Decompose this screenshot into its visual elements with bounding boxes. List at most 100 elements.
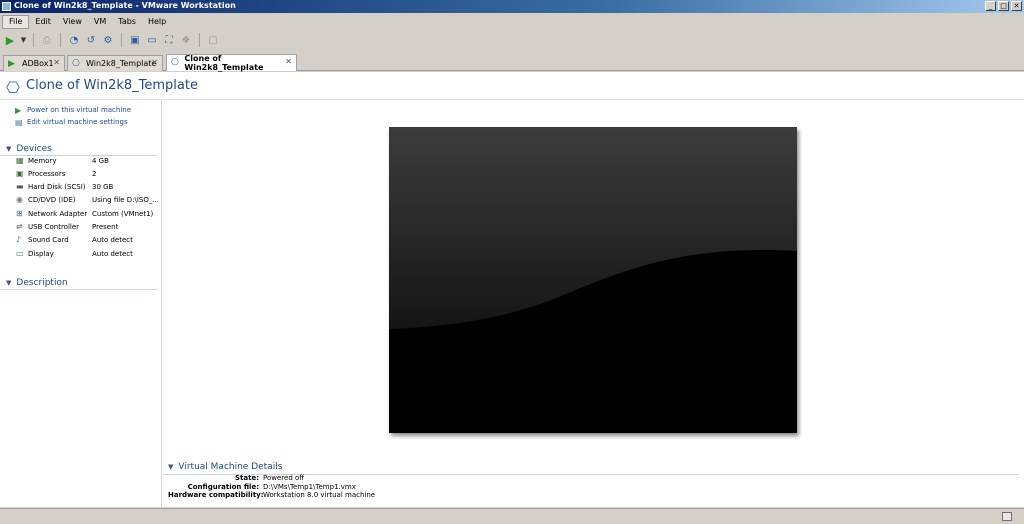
menu-file[interactable]: File — [2, 15, 30, 29]
usb-icon: ⇌ — [16, 221, 23, 231]
thumbnail-icon[interactable]: ▢ — [206, 33, 220, 47]
hard-disk-icon: ▬ — [16, 181, 24, 191]
toolbar-separator — [199, 33, 200, 47]
cd-dvd-icon: ◉ — [16, 194, 23, 204]
revert-snapshot-icon[interactable]: ↺ — [84, 33, 98, 47]
power-on-label: Power on this virtual machine — [27, 106, 132, 114]
tab-close-icon[interactable]: ✕ — [151, 58, 158, 67]
console-view-icon[interactable]: ▣ — [128, 33, 142, 47]
detail-value: Powered off — [263, 474, 305, 482]
edit-settings-label: Edit virtual machine settings — [27, 118, 128, 126]
devices-heading: Devices — [16, 144, 52, 154]
page-title: Clone of Win2k8_Template — [26, 78, 198, 93]
vm-tab-icon: ⎔ — [72, 58, 80, 69]
minimize-button[interactable]: _ — [985, 1, 996, 11]
device-row-display[interactable]: ▭ Display Auto detect — [16, 247, 158, 260]
toolbar: ▶ ▼ ⎙ ◔ ↺ ⚙ ▣ ▭ ⛶ ❖ ▢ — [0, 31, 1024, 49]
tab-label: Win2k8_Template — [86, 59, 157, 68]
device-value: Auto detect — [92, 249, 133, 258]
tab-adbox1[interactable]: ▶ ADBox1 ✕ — [3, 55, 65, 71]
left-panel: ▶ Power on this virtual machine ▤ Edit v… — [0, 101, 162, 507]
device-name: Processors — [28, 169, 66, 178]
tab-close-icon[interactable]: ✕ — [53, 58, 60, 67]
suspend-icon[interactable]: ⎙ — [40, 33, 54, 47]
device-name: Network Adapter — [28, 209, 88, 218]
collapse-triangle-icon: ▼ — [168, 463, 174, 471]
device-name: CD/DVD (IDE) — [28, 195, 76, 204]
collapse-triangle-icon: ▼ — [6, 145, 12, 153]
play-icon: ▶ — [15, 105, 22, 115]
device-row-memory[interactable]: ▦ Memory 4 GB — [16, 154, 158, 167]
snapshot-icon[interactable]: ◔ — [67, 33, 81, 47]
device-value: Auto detect — [92, 235, 133, 244]
tab-label: ADBox1 — [22, 59, 54, 68]
device-value: Present — [92, 222, 119, 231]
description-section-header[interactable]: ▼ Description — [6, 277, 68, 289]
display-icon: ▭ — [16, 248, 24, 258]
menu-view[interactable]: View — [57, 15, 88, 29]
window-controls: _ □ ✕ — [985, 1, 1022, 12]
device-value: Using file D:\ISO_... — [92, 195, 158, 204]
sound-card-icon: ♪ — [16, 234, 22, 244]
close-button[interactable]: ✕ — [1011, 1, 1022, 11]
toolbar-separator — [33, 33, 34, 47]
tab-label: Clone of Win2k8_Template — [184, 54, 264, 72]
toolbar-separator — [121, 33, 122, 47]
device-row-usb-controller[interactable]: ⇌ USB Controller Present — [16, 220, 158, 233]
tab-clone-of-win2k8-template[interactable]: ⎔ Clone of Win2k8_Template ✕ — [166, 54, 297, 72]
edit-settings-link[interactable]: ▤ Edit virtual machine settings — [15, 116, 128, 128]
network-adapter-icon: ⊞ — [16, 208, 23, 218]
full-screen-icon[interactable]: ⛶ — [162, 33, 176, 47]
collapse-triangle-icon: ▼ — [6, 279, 12, 287]
description-heading: Description — [16, 278, 68, 288]
device-name: Sound Card — [28, 235, 69, 244]
vmware-app-icon — [2, 2, 11, 11]
device-name: Display — [28, 249, 54, 258]
window-title: Clone of Win2k8_Template - VMware Workst… — [14, 1, 236, 10]
device-row-cd-dvd[interactable]: ◉ CD/DVD (IDE) Using file D:\ISO_... — [16, 193, 158, 206]
menu-edit[interactable]: Edit — [29, 15, 57, 29]
device-value: 30 GB — [92, 182, 114, 191]
power-on-link[interactable]: ▶ Power on this virtual machine — [15, 104, 131, 116]
vm-icon: ⎔ — [6, 78, 20, 97]
device-value: 4 GB — [92, 156, 109, 165]
device-row-network-adapter[interactable]: ⊞ Network Adapter Custom (VMnet1) — [16, 207, 158, 220]
device-name: Hard Disk (SCSI) — [28, 182, 86, 191]
status-bar — [0, 508, 1024, 524]
quick-switch-icon[interactable]: ▭ — [145, 33, 159, 47]
vm-tab-icon: ⎔ — [171, 58, 179, 68]
menu-vm[interactable]: VM — [88, 15, 112, 29]
vm-screen-graphic — [389, 127, 797, 433]
unity-icon[interactable]: ❖ — [179, 33, 193, 47]
tab-close-icon[interactable]: ✕ — [285, 57, 292, 66]
device-row-processors[interactable]: ▣ Processors 2 — [16, 167, 158, 180]
vm-details-header[interactable]: ▼ Virtual Machine Details — [168, 461, 282, 473]
maximize-button[interactable]: □ — [998, 1, 1009, 11]
vm-details-heading: Virtual Machine Details — [178, 462, 283, 472]
detail-label: Configuration file: — [187, 483, 259, 491]
dropdown-icon[interactable]: ▼ — [20, 33, 27, 47]
memory-icon: ▦ — [16, 155, 24, 165]
device-value: 2 — [92, 169, 97, 178]
processor-icon: ▣ — [16, 168, 24, 178]
device-row-hard-disk[interactable]: ▬ Hard Disk (SCSI) 30 GB — [16, 180, 158, 193]
tab-win2k8-template[interactable]: ⎔ Win2k8_Template ✕ — [67, 55, 163, 71]
detail-row-hardware-compat: Hardware compatibility:Workstation 8.0 v… — [168, 491, 375, 501]
snapshot-manager-icon[interactable]: ⚙ — [101, 33, 115, 47]
menu-help[interactable]: Help — [142, 15, 172, 29]
device-name: USB Controller — [28, 222, 80, 231]
play-icon[interactable]: ▶ — [3, 33, 17, 47]
vm-screen-thumbnail[interactable] — [389, 127, 797, 433]
settings-icon: ▤ — [15, 117, 23, 127]
device-name: Memory — [28, 156, 57, 165]
vm-tab-icon: ▶ — [8, 58, 15, 69]
menu-bar: File Edit View VM Tabs Help — [0, 15, 172, 29]
detail-value: Workstation 8.0 virtual machine — [263, 491, 376, 499]
toolbar-separator — [60, 33, 61, 47]
message-log-icon[interactable] — [1002, 512, 1012, 521]
vm-summary-page: ⎔ Clone of Win2k8_Template ▶ Power on th… — [0, 72, 1024, 507]
vm-header: ⎔ Clone of Win2k8_Template — [0, 72, 1024, 100]
title-bar: Clone of Win2k8_Template - VMware Workst… — [0, 0, 1024, 13]
menu-tabs[interactable]: Tabs — [112, 15, 142, 29]
device-row-sound-card[interactable]: ♪ Sound Card Auto detect — [16, 233, 158, 246]
